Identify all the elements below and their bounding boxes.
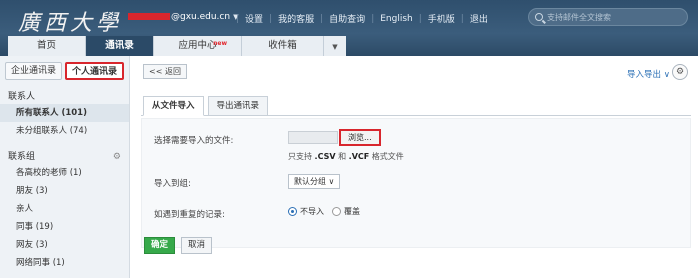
account-domain: @gxu.edu.cn	[171, 12, 231, 22]
browse-button[interactable]: 浏览...	[339, 129, 381, 146]
contacts-sidebar: 企业通讯录 个人通讯录 联系人 所有联系人 (101) 未分组联系人 (74) …	[0, 56, 130, 278]
confirm-button[interactable]: 确定	[144, 237, 176, 254]
sidebar-item-group[interactable]: 朋友 (3)	[0, 182, 129, 200]
tab-app-center[interactable]: 应用中心 new	[154, 36, 242, 56]
search-icon	[535, 13, 543, 21]
file-format-hint: 只支持 .CSV 和 .VCF 格式文件	[288, 152, 404, 161]
file-label: 选择需要导入的文件:	[154, 136, 234, 146]
sidebar-item-group[interactable]: 各高校的老师 (1)	[0, 164, 129, 182]
mail-search[interactable]	[528, 8, 688, 26]
search-input[interactable]	[547, 12, 677, 22]
sidebar-item-ungrouped[interactable]: 未分组联系人 (74)	[0, 122, 129, 140]
sidebar-item-group[interactable]: 网络同事 (1)	[0, 254, 129, 272]
sidebar-item-group[interactable]: 网友 (3)	[0, 236, 129, 254]
tab-enterprise-contacts[interactable]: 企业通讯录	[5, 62, 63, 80]
main-panel: << 返回 导入导出 ∨ ⚙ 从文件导入 导出通讯录 选择需要导入的文件: 浏览…	[131, 56, 698, 278]
back-button[interactable]: << 返回	[143, 64, 187, 79]
chevron-down-icon: ∨	[326, 177, 335, 186]
import-form: 选择需要导入的文件: 浏览... 只支持 .CSV 和 .VCF 格式文件 导入…	[141, 118, 691, 248]
settings-link[interactable]: 设置	[239, 12, 269, 25]
groups-section-title: 联系组 ⚙	[8, 150, 121, 164]
group-label: 导入到组:	[154, 179, 191, 189]
tab-export-contacts[interactable]: 导出通讯录	[207, 96, 269, 116]
main-nav: 首页 通讯录 应用中心 new 收件箱 ▼	[0, 36, 698, 56]
sidebar-item-group[interactable]: 同事 (19)	[0, 218, 129, 236]
import-export-menu[interactable]: 导入导出 ∨	[627, 68, 670, 80]
redacted-username	[128, 13, 170, 20]
file-path-field[interactable]	[288, 131, 338, 144]
cancel-button[interactable]: 取消	[181, 237, 213, 254]
contacts-section-title: 联系人	[8, 92, 36, 102]
mobile-link[interactable]: 手机版	[422, 12, 461, 25]
radio-skip[interactable]	[288, 207, 297, 216]
radio-overwrite[interactable]	[332, 207, 341, 216]
sidebar-item-group[interactable]: 亲人	[0, 200, 129, 218]
tab-contacts[interactable]: 通讯录	[86, 36, 154, 56]
tab-home[interactable]: 首页	[8, 36, 86, 56]
duplicate-options: 不导入 覆盖	[288, 206, 368, 217]
university-logo: 廣西大學	[18, 11, 123, 36]
import-tabs: 从文件导入 导出通讯录	[141, 96, 691, 116]
customer-service-link[interactable]: 我的客服	[272, 12, 320, 25]
duplicate-label: 如遇到重复的记录:	[154, 210, 225, 220]
tab-personal-contacts[interactable]: 个人通讯录	[65, 62, 125, 80]
group-settings-gear-icon[interactable]: ⚙	[113, 150, 121, 164]
chevron-down-icon: ∨	[661, 70, 670, 80]
more-tabs-chevron-icon[interactable]: ▼	[324, 36, 346, 56]
english-link[interactable]: English	[374, 14, 419, 24]
self-query-link[interactable]: 自助查询	[323, 12, 371, 25]
new-badge: new	[213, 40, 227, 47]
sidebar-item-all-contacts[interactable]: 所有联系人 (101)	[0, 104, 129, 122]
gear-icon[interactable]: ⚙	[672, 64, 688, 80]
group-select[interactable]: 默认分组 ∨	[288, 174, 341, 189]
tab-inbox[interactable]: 收件箱	[242, 36, 324, 56]
logout-link[interactable]: 退出	[464, 12, 494, 25]
tab-import-from-file[interactable]: 从文件导入	[143, 96, 204, 116]
account-menu[interactable]: @gxu.edu.cn ▼	[128, 12, 238, 22]
top-links: | 设置 | 我的客服 | 自助查询 | English | 手机版 | 退出	[236, 12, 494, 26]
